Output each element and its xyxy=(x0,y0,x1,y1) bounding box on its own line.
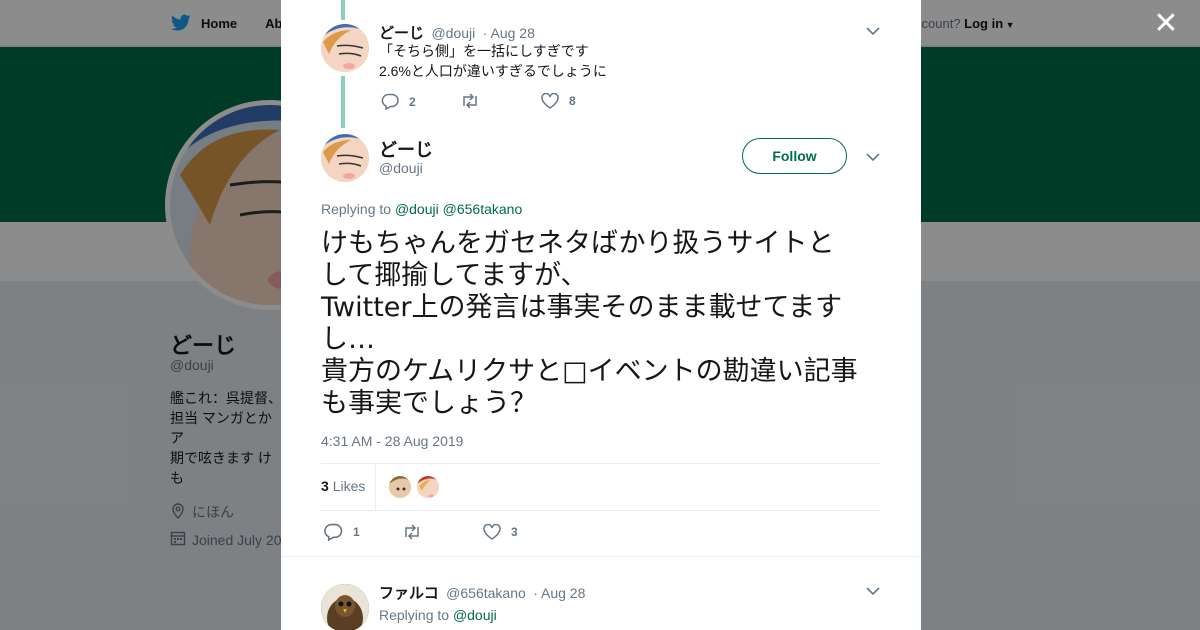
stats-divider xyxy=(375,464,376,510)
main-tweet-avatar[interactable] xyxy=(321,134,369,182)
parent-author-handle[interactable]: @douji xyxy=(431,25,475,41)
reply-replying-to: Replying to @douji xyxy=(379,607,497,623)
follow-button[interactable]: Follow xyxy=(742,138,847,174)
reply-icon xyxy=(381,93,399,110)
parent-reply-count: 2 xyxy=(409,94,416,109)
main-author-name[interactable]: どーじ xyxy=(379,136,433,162)
parent-like-action[interactable]: 8 xyxy=(541,93,576,109)
reply-tweet-header: ファルコ @656takano · Aug 28 xyxy=(379,582,585,603)
parent-tweet-date[interactable]: · Aug 28 xyxy=(483,25,535,41)
reply-author-handle[interactable]: @656takano xyxy=(446,585,526,601)
liker-avatar-image xyxy=(389,476,411,498)
parent-like-count: 8 xyxy=(569,94,576,108)
mention-656takano[interactable]: @656takano xyxy=(443,201,523,217)
heart-icon xyxy=(483,524,501,540)
close-icon[interactable]: ✕ xyxy=(1152,9,1180,39)
tweet-stats: 3 Likes xyxy=(321,463,881,511)
liker-avatar[interactable] xyxy=(388,475,412,499)
retweet-icon xyxy=(463,93,477,109)
parent-avatar-image xyxy=(321,24,369,72)
mention-douji[interactable]: @douji xyxy=(395,201,439,217)
parent-tweet-avatar[interactable] xyxy=(321,24,369,72)
main-retweet-action[interactable] xyxy=(402,524,432,540)
parent-tweet-text: 「そちら側」を一括にしすぎです 2.6%と人口が違いすぎるでしょうに xyxy=(379,41,607,81)
reply-mention-douji[interactable]: @douji xyxy=(453,607,497,623)
heart-icon xyxy=(541,93,559,109)
parent-reply-action[interactable]: 2 xyxy=(381,93,416,110)
main-author-handle[interactable]: @douji xyxy=(379,160,423,176)
thread-line-top xyxy=(341,0,345,20)
main-like-count: 3 xyxy=(511,525,518,539)
replying-to: Replying to @douji @656takano xyxy=(321,201,522,217)
main-reply-action[interactable]: 1 xyxy=(323,523,360,541)
reply-author-name[interactable]: ファルコ xyxy=(379,585,439,602)
main-tweet-text: けもちゃんをガセネタばかり扱うサイトと して揶揄してますが、 Twitter上の… xyxy=(321,228,858,419)
parent-chevron-down-icon[interactable] xyxy=(866,26,880,36)
parent-tweet-header: どーじ @douji · Aug 28 xyxy=(379,22,535,43)
main-chevron-down-icon[interactable] xyxy=(866,152,880,162)
main-like-action[interactable]: 3 xyxy=(483,524,518,540)
thread-line xyxy=(341,76,345,128)
parent-retweet-action[interactable] xyxy=(460,93,490,109)
parent-author-name[interactable]: どーじ xyxy=(379,25,424,42)
parent-tweet-line2: 2.6%と人口が違いすぎるでしょうに xyxy=(379,63,607,79)
reply-tweet-date[interactable]: · Aug 28 xyxy=(533,585,585,601)
liker-avatar-image xyxy=(417,476,439,498)
liker-avatar[interactable] xyxy=(416,475,440,499)
reply-icon xyxy=(324,523,343,541)
main-reply-count: 1 xyxy=(353,525,360,539)
reply-avatar-image xyxy=(321,584,369,630)
likes-label: Likes xyxy=(332,478,366,494)
reply-separator xyxy=(281,556,921,566)
parent-tweet-line1: 「そちら側」を一括にしすぎです xyxy=(379,43,589,59)
likes-stat[interactable]: 3 Likes xyxy=(321,478,365,494)
retweet-icon xyxy=(405,524,419,540)
main-tweet-timestamp[interactable]: 4:31 AM - 28 Aug 2019 xyxy=(321,433,463,449)
likes-count: 3 xyxy=(321,478,329,494)
reply-tweet-avatar[interactable] xyxy=(321,584,369,630)
reply-chevron-down-icon[interactable] xyxy=(866,586,880,596)
replying-to-prefix: Replying to xyxy=(321,201,392,217)
main-avatar-image xyxy=(321,134,369,182)
reply-replying-prefix: Replying to xyxy=(379,607,450,623)
